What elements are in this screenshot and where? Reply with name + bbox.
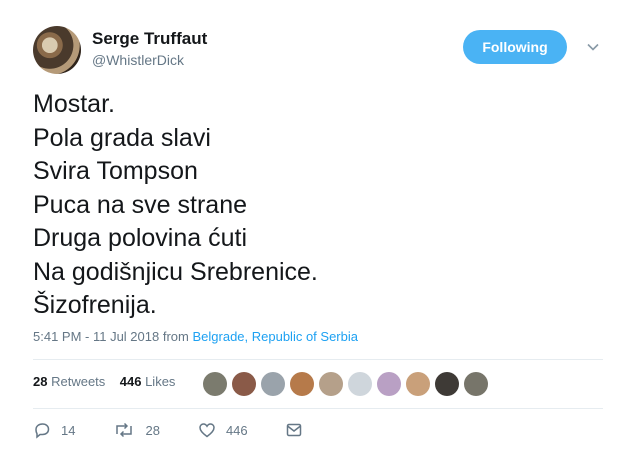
retweets-stat[interactable]: 28 Retweets (33, 374, 105, 389)
tweet-line: Mostar. (33, 90, 115, 118)
like-count: 446 (225, 422, 248, 438)
retweets-label: Retweets (51, 374, 106, 389)
from-label: from (162, 329, 189, 344)
tweet-line: Puca na sve strane (33, 190, 248, 219)
liker-avatar[interactable] (261, 372, 285, 396)
location-link[interactable]: Belgrade, Republic of Serbia (192, 329, 358, 344)
following-button[interactable]: Following (463, 30, 567, 64)
tweet-metadata: 5:41 PM - 11 Jul 2018 from Belgrade, Rep… (33, 329, 358, 344)
divider (33, 408, 603, 409)
tweet-line: Svira Tompson (33, 157, 198, 185)
heart-icon (199, 423, 215, 438)
reply-button[interactable]: 14 (33, 421, 75, 439)
engagement-stats: 28 Retweets 446 Likes (33, 374, 175, 389)
tweet-line: Pola grada slavi (33, 123, 211, 152)
liker-avatars (203, 372, 493, 396)
author-name[interactable]: Serge Truffaut (92, 29, 207, 49)
author-avatar[interactable] (33, 26, 81, 74)
envelope-icon (286, 423, 301, 437)
divider (33, 359, 603, 360)
liker-avatar[interactable] (406, 372, 430, 396)
likes-count: 446 (119, 374, 142, 389)
author-handle[interactable]: @WhistlerDick (92, 52, 184, 68)
tweet-line: Druga polovina ćuti (33, 224, 248, 252)
reply-count: 14 (61, 422, 76, 438)
like-button[interactable]: 446 (198, 421, 248, 439)
tweet-line: Na godišnjicu Srebrenice. (33, 257, 318, 286)
chevron-down-icon[interactable] (586, 40, 600, 54)
liker-avatar[interactable] (319, 372, 343, 396)
direct-message-button[interactable] (286, 423, 312, 437)
liker-avatar[interactable] (232, 372, 256, 396)
tweet-text: Mostar. Pola grada slavi Svira Tompson P… (33, 88, 318, 323)
liker-avatar[interactable] (203, 372, 227, 396)
tweet-line: Šizofrenija. (33, 291, 157, 319)
liker-avatar[interactable] (377, 372, 401, 396)
liker-avatar[interactable] (348, 372, 372, 396)
retweet-count: 28 (145, 422, 160, 438)
retweets-count: 28 (33, 374, 48, 389)
likes-stat[interactable]: 446 Likes (120, 374, 176, 389)
tweet-timestamp[interactable]: 5:41 PM - 11 Jul 2018 (33, 329, 159, 344)
liker-avatar[interactable] (435, 372, 459, 396)
reply-icon (35, 423, 50, 439)
retweet-icon (116, 422, 133, 438)
retweet-button[interactable]: 28 (113, 421, 160, 439)
liker-avatar[interactable] (464, 372, 488, 396)
tweet-actions: 14 28 446 (33, 421, 350, 439)
likes-label: Likes (145, 374, 176, 389)
liker-avatar[interactable] (290, 372, 314, 396)
